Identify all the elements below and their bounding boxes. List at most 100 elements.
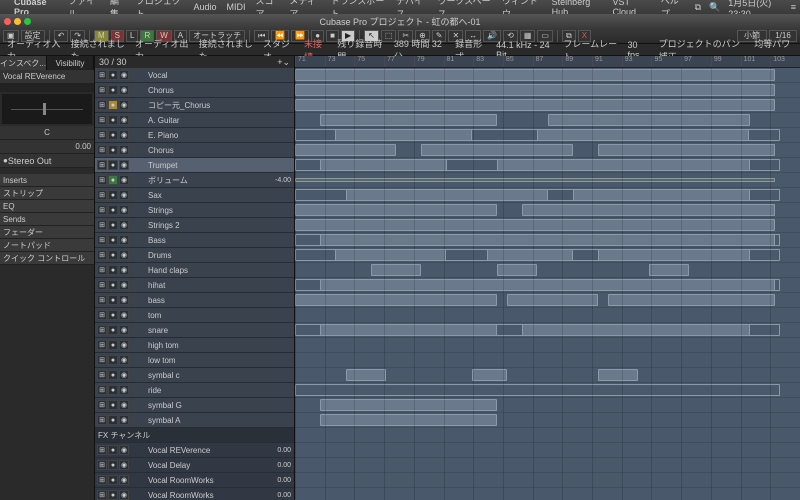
arrange-lane[interactable] (295, 293, 800, 308)
track-icon[interactable]: ⊞ (97, 445, 107, 455)
arrange-lane[interactable] (295, 278, 800, 293)
arrange-lane[interactable] (295, 353, 800, 368)
track-row[interactable]: ⊞●◉snare (95, 323, 294, 338)
record-enable[interactable]: ● (108, 475, 118, 485)
monitor-icon[interactable]: ◉ (119, 175, 129, 185)
monitor-icon[interactable]: ◉ (119, 460, 129, 470)
audio-clip[interactable] (598, 369, 638, 381)
track-icon[interactable]: ⊞ (97, 175, 107, 185)
audio-clip[interactable] (421, 144, 573, 156)
audio-clip[interactable] (295, 69, 775, 81)
track-value[interactable]: 0.00 (264, 447, 294, 454)
section-quickcontrols[interactable]: クイック コントロール (0, 252, 94, 265)
track-row[interactable]: ⊞●◉Chorus (95, 83, 294, 98)
track-icon[interactable]: ⊞ (97, 280, 107, 290)
section-eq[interactable]: EQ (0, 200, 94, 213)
audio-clip[interactable] (522, 204, 775, 216)
track-icon[interactable]: ⊞ (97, 460, 107, 470)
audio-clip[interactable] (522, 324, 749, 336)
track-row[interactable]: ⊞●◉Hand claps (95, 263, 294, 278)
arrange-lane[interactable] (295, 248, 800, 263)
record-enable[interactable]: ● (108, 175, 118, 185)
track-row[interactable]: ⊞●◉bass (95, 293, 294, 308)
audio-clip[interactable] (320, 414, 497, 426)
arrange-lane[interactable] (295, 188, 800, 203)
track-icon[interactable]: ⊞ (97, 235, 107, 245)
search-icon[interactable]: 🔍 (709, 2, 720, 13)
track-icon[interactable]: ⊞ (97, 100, 107, 110)
monitor-icon[interactable]: ◉ (119, 310, 129, 320)
arrange-lane[interactable] (295, 158, 800, 173)
record-enable[interactable]: ● (108, 400, 118, 410)
notification-icon[interactable]: ≡ (791, 2, 796, 12)
record-enable[interactable]: ● (108, 130, 118, 140)
record-enable[interactable]: ● (108, 415, 118, 425)
record-enable[interactable]: ● (108, 145, 118, 155)
audio-clip[interactable] (346, 369, 386, 381)
track-value[interactable]: 0.00 (264, 462, 294, 469)
arrange-lane[interactable] (295, 488, 800, 500)
track-icon[interactable]: ⊞ (97, 340, 107, 350)
monitor-icon[interactable]: ◉ (119, 85, 129, 95)
monitor-icon[interactable]: ◉ (119, 115, 129, 125)
track-row[interactable]: ⊞●◉Strings 2 (95, 218, 294, 233)
tab-inspector[interactable]: インスペク... (0, 56, 47, 70)
monitor-icon[interactable]: ◉ (119, 400, 129, 410)
arrange-lane[interactable] (295, 338, 800, 353)
audio-clip[interactable] (573, 189, 750, 201)
section-inserts[interactable]: Inserts (0, 174, 94, 187)
audio-clip[interactable] (320, 114, 497, 126)
zoom-button[interactable] (24, 18, 31, 25)
arrange-lane[interactable] (295, 323, 800, 338)
track-row[interactable]: ⊞●◉Sax (95, 188, 294, 203)
track-icon[interactable]: ⊞ (97, 355, 107, 365)
track-icon[interactable]: ⊞ (97, 250, 107, 260)
track-icon[interactable]: ⊞ (97, 145, 107, 155)
record-enable[interactable]: ● (108, 280, 118, 290)
monitor-icon[interactable]: ◉ (119, 385, 129, 395)
audio-clip[interactable] (335, 249, 446, 261)
volume-fader[interactable] (2, 94, 92, 124)
arrange-lane[interactable] (295, 68, 800, 83)
audio-clip[interactable] (295, 99, 775, 111)
track-icon[interactable]: ⊞ (97, 415, 107, 425)
record-enable[interactable]: ● (108, 490, 118, 500)
arrange-lane[interactable] (295, 203, 800, 218)
record-enable[interactable]: ● (108, 385, 118, 395)
audio-clip[interactable] (295, 294, 497, 306)
record-enable[interactable]: ● (108, 265, 118, 275)
monitor-icon[interactable]: ◉ (119, 235, 129, 245)
arrange-lane[interactable] (295, 233, 800, 248)
track-row[interactable]: ⊞●◉symbal A (95, 413, 294, 428)
audio-clip[interactable] (295, 384, 780, 396)
track-icon[interactable]: ⊞ (97, 205, 107, 215)
track-row[interactable]: ⊞●◉Vocal RoomWorks0.00 (95, 488, 294, 500)
record-enable[interactable]: ● (108, 445, 118, 455)
audio-clip[interactable] (649, 264, 689, 276)
monitor-icon[interactable]: ◉ (119, 415, 129, 425)
audio-clip[interactable] (608, 294, 775, 306)
menu-item[interactable]: MIDI (227, 2, 246, 12)
arrange-lane[interactable] (295, 98, 800, 113)
record-enable[interactable]: ● (108, 310, 118, 320)
track-row[interactable]: ⊞●◉Chorus (95, 143, 294, 158)
track-icon[interactable]: ⊞ (97, 475, 107, 485)
arrange-lane[interactable] (295, 443, 800, 458)
monitor-icon[interactable]: ◉ (119, 220, 129, 230)
monitor-icon[interactable]: ◉ (119, 100, 129, 110)
arrange-lane[interactable] (295, 428, 800, 443)
track-icon[interactable]: ⊞ (97, 490, 107, 500)
monitor-icon[interactable]: ◉ (119, 160, 129, 170)
arrange-lane[interactable] (295, 458, 800, 473)
arrange-window[interactable]: 717375777981838587899193959799101103 (295, 56, 800, 500)
audio-clip[interactable] (507, 294, 598, 306)
volume-value[interactable]: 0.00 (0, 140, 94, 154)
track-icon[interactable]: ⊞ (97, 85, 107, 95)
track-icon[interactable]: ⊞ (97, 295, 107, 305)
arrange-lane[interactable] (295, 263, 800, 278)
track-row[interactable]: ⊞●◉A. Guitar (95, 113, 294, 128)
audio-clip[interactable] (346, 189, 548, 201)
track-row[interactable]: ⊞●◉Vocal Delay0.00 (95, 458, 294, 473)
track-row[interactable]: ⊞●◉tom (95, 308, 294, 323)
arrange-lane[interactable] (295, 143, 800, 158)
